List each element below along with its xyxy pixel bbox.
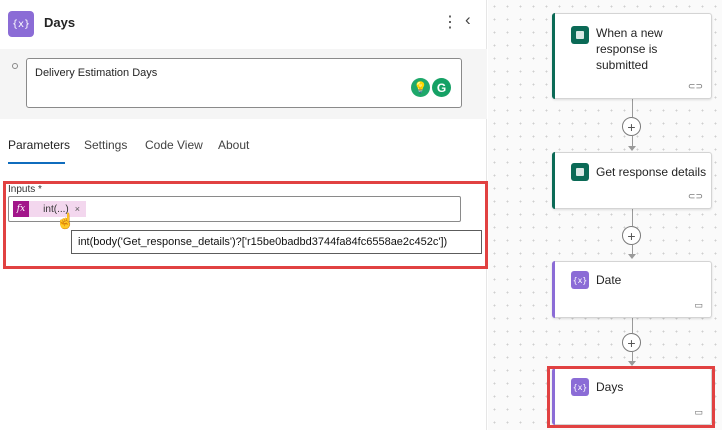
card-accent-bar (552, 13, 555, 99)
card-title: Get response details (596, 165, 707, 179)
description-text: Delivery Estimation Days (35, 67, 158, 79)
card-title: When a new response is submitted (596, 26, 663, 72)
variable-icon: {x} (571, 271, 589, 289)
variable-action-icon: {x} (8, 11, 34, 37)
panel-tabs: Parameters Settings Code View About (0, 138, 487, 164)
flow-card-get-response[interactable]: Get response details ⊂⊃ (552, 152, 712, 209)
active-tab-indicator (8, 162, 65, 164)
lightbulb-icon[interactable]: 💡 (411, 78, 430, 97)
add-step-button[interactable]: + (622, 226, 641, 245)
connector-line (632, 318, 633, 333)
card-title: Date (596, 273, 622, 287)
forms-icon (571, 26, 589, 44)
tab-about[interactable]: About (218, 138, 249, 152)
inputs-highlight-box (3, 181, 488, 269)
description-marker-icon (12, 63, 18, 69)
collapse-panel-icon[interactable]: ‹ (465, 10, 471, 30)
description-area: Delivery Estimation Days 💡 G (0, 49, 487, 119)
connector-line (632, 99, 633, 117)
link-icon[interactable]: ⊂⊃ (688, 81, 703, 92)
more-options-icon[interactable]: ⋮ (442, 12, 458, 32)
connector-line (632, 136, 633, 146)
connector-line (632, 209, 633, 226)
tab-settings[interactable]: Settings (84, 138, 127, 152)
tab-code-view[interactable]: Code View (145, 138, 203, 152)
connector-line (632, 245, 633, 254)
connector-line (632, 352, 633, 361)
connector-arrow-icon (628, 254, 636, 259)
add-step-button[interactable]: + (622, 333, 641, 352)
grammarly-icon[interactable]: G (432, 78, 451, 97)
panel-title: Days (44, 15, 76, 30)
action-details-panel: {x} Days ⋮ ‹ Delivery Estimation Days 💡 … (0, 0, 488, 430)
tab-parameters[interactable]: Parameters (8, 138, 70, 152)
add-step-button[interactable]: + (622, 117, 641, 136)
days-card-highlight-box (547, 366, 715, 428)
description-input[interactable]: Delivery Estimation Days 💡 G (26, 58, 462, 108)
link-icon[interactable]: ⊂⊃ (688, 191, 703, 202)
panel-header: {x} Days ⋮ ‹ (0, 0, 487, 48)
connector-arrow-icon (628, 146, 636, 151)
forms-icon (571, 163, 589, 181)
flow-card-date[interactable]: {x} Date ▭ (552, 261, 712, 318)
flow-card-trigger[interactable]: When a new response is submitted ⊂⊃ (552, 13, 712, 99)
card-accent-bar (552, 152, 555, 209)
card-accent-bar (552, 261, 555, 318)
comment-icon[interactable]: ▭ (694, 300, 703, 311)
